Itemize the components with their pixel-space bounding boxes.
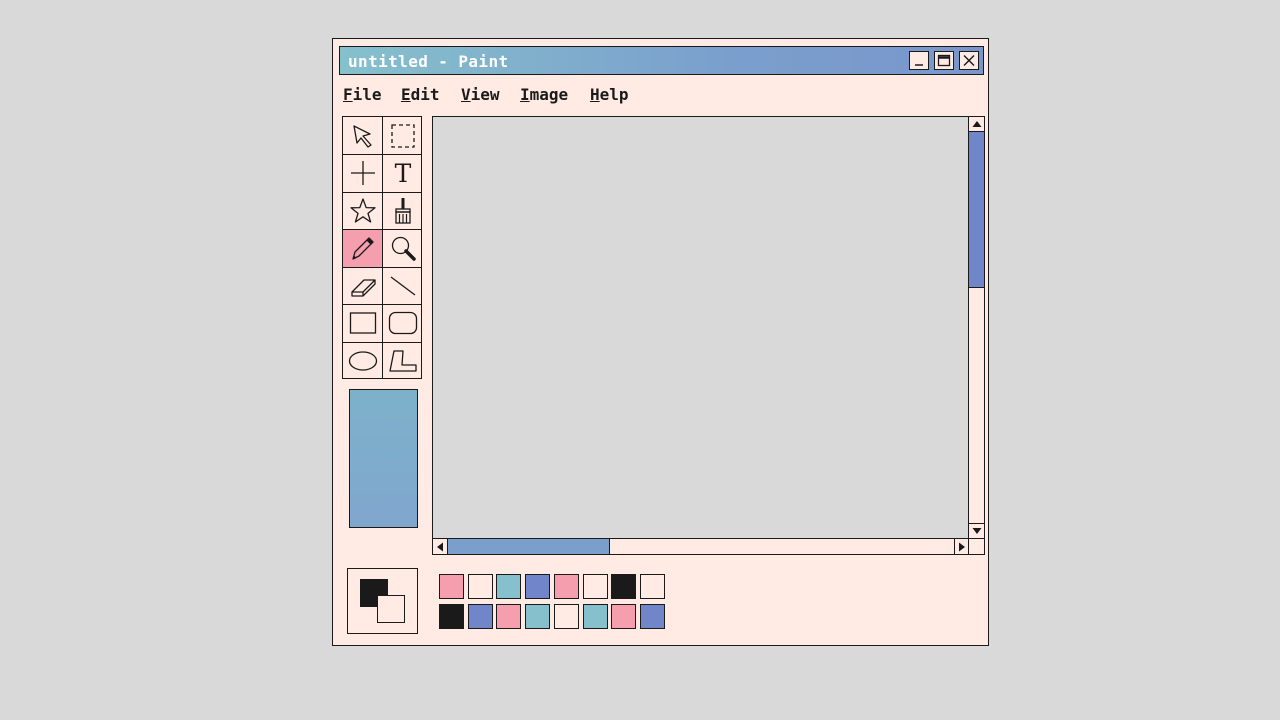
tool-eraser[interactable] bbox=[343, 267, 383, 305]
maximize-icon bbox=[937, 54, 951, 67]
menu-image-label: mage bbox=[529, 85, 569, 104]
palette-swatch[interactable] bbox=[525, 604, 551, 629]
tool-pencil[interactable] bbox=[343, 229, 383, 267]
arrow-right-icon bbox=[959, 542, 965, 551]
menu-file-label: ile bbox=[352, 85, 382, 104]
pencil-icon bbox=[352, 237, 374, 260]
menu-file[interactable]: File bbox=[343, 85, 382, 104]
palette-swatch[interactable] bbox=[496, 574, 522, 599]
palette-swatch[interactable] bbox=[439, 604, 464, 629]
tool-rectangle[interactable] bbox=[343, 305, 383, 343]
toolbox-divider bbox=[382, 117, 383, 378]
palette-swatch[interactable] bbox=[611, 604, 637, 629]
rectangle-icon bbox=[349, 312, 377, 334]
toolbox-divider bbox=[343, 341, 421, 343]
menu-view-label: iew bbox=[470, 85, 500, 104]
crosshair-icon bbox=[351, 161, 375, 186]
menu-edit-label: dit bbox=[410, 85, 440, 104]
vertical-scroll-thumb[interactable] bbox=[969, 132, 984, 288]
palette-swatch[interactable] bbox=[553, 604, 579, 629]
palette-swatch[interactable] bbox=[525, 574, 551, 599]
palette-swatch[interactable] bbox=[582, 574, 608, 599]
current-colors bbox=[347, 568, 418, 634]
polygon-icon bbox=[389, 350, 417, 372]
line-icon bbox=[390, 276, 416, 296]
scroll-right-button[interactable] bbox=[954, 539, 969, 554]
window-title: untitled - Paint bbox=[348, 52, 509, 71]
minimize-icon bbox=[915, 64, 923, 66]
arrow-left-icon bbox=[437, 542, 443, 551]
close-icon bbox=[963, 55, 975, 66]
palette-swatch[interactable] bbox=[639, 574, 665, 599]
arrow-up-icon bbox=[972, 121, 981, 127]
color-palette bbox=[439, 574, 667, 630]
star-icon bbox=[350, 198, 376, 223]
palette-swatch[interactable] bbox=[611, 574, 637, 599]
tool-select-arrow[interactable] bbox=[343, 117, 383, 155]
tool-rounded-rectangle[interactable] bbox=[383, 305, 423, 343]
text-tool-icon: T bbox=[394, 158, 412, 188]
arrow-down-icon bbox=[972, 528, 981, 534]
background-color[interactable] bbox=[377, 595, 405, 623]
minimize-button[interactable] bbox=[909, 51, 929, 70]
rounded-rectangle-icon bbox=[388, 312, 418, 335]
tool-crosshair[interactable] bbox=[343, 155, 383, 193]
eraser-icon bbox=[351, 279, 376, 297]
palette-swatch[interactable] bbox=[467, 604, 493, 629]
menu-help[interactable]: Help bbox=[590, 85, 629, 104]
menu-help-label: elp bbox=[599, 85, 629, 104]
palette-swatch[interactable] bbox=[639, 604, 665, 629]
tool-line[interactable] bbox=[383, 267, 423, 305]
tool-star[interactable] bbox=[343, 192, 383, 230]
menu-help-mnemonic: H bbox=[590, 85, 600, 104]
brush-icon bbox=[395, 197, 411, 224]
horizontal-scroll-thumb[interactable] bbox=[448, 539, 610, 554]
toolbox-divider bbox=[343, 154, 421, 155]
toolbox-divider bbox=[343, 266, 421, 268]
toolbox-divider bbox=[343, 229, 421, 230]
tool-polygon[interactable] bbox=[383, 342, 423, 380]
tool-options-panel[interactable] bbox=[349, 389, 418, 528]
palette-swatch[interactable] bbox=[582, 604, 608, 629]
menu-image-mnemonic: I bbox=[520, 85, 530, 104]
horizontal-scrollbar[interactable] bbox=[432, 538, 970, 555]
palette-swatch[interactable] bbox=[496, 604, 522, 629]
scroll-down-button[interactable] bbox=[969, 523, 984, 538]
menu-view-mnemonic: V bbox=[461, 85, 471, 104]
toolbox: T bbox=[342, 116, 422, 379]
scroll-left-button[interactable] bbox=[433, 539, 448, 554]
canvas-frame bbox=[432, 116, 985, 555]
menu-view[interactable]: View bbox=[461, 85, 500, 104]
tool-rect-select[interactable] bbox=[383, 117, 423, 155]
palette-swatch[interactable] bbox=[439, 574, 464, 599]
rectangle-select-icon bbox=[391, 124, 415, 148]
maximize-button[interactable] bbox=[934, 51, 954, 70]
vertical-scrollbar[interactable] bbox=[968, 116, 985, 539]
menu-file-mnemonic: F bbox=[343, 85, 353, 104]
pointer-arrow-icon bbox=[353, 125, 372, 148]
tool-magnifier[interactable] bbox=[383, 230, 423, 268]
scroll-up-button[interactable] bbox=[969, 117, 984, 132]
drawing-canvas[interactable] bbox=[433, 117, 968, 538]
close-button[interactable] bbox=[959, 51, 979, 70]
palette-swatch[interactable] bbox=[553, 574, 579, 599]
tool-brush[interactable] bbox=[383, 192, 423, 230]
magnifier-icon bbox=[391, 237, 416, 261]
palette-swatch[interactable] bbox=[467, 574, 493, 599]
toolbox-divider bbox=[343, 191, 421, 193]
menu-edit-mnemonic: E bbox=[401, 85, 411, 104]
tool-text[interactable]: T bbox=[383, 155, 423, 193]
ellipse-icon bbox=[348, 351, 378, 371]
toolbox-divider bbox=[343, 304, 421, 305]
title-bar[interactable]: untitled - Paint bbox=[339, 46, 984, 75]
menu-image[interactable]: Image bbox=[520, 85, 568, 104]
tool-ellipse[interactable] bbox=[343, 342, 383, 380]
paint-window: untitled - Paint File Edit View Image He… bbox=[332, 38, 989, 646]
scrollbar-corner bbox=[968, 538, 985, 555]
menu-edit[interactable]: Edit bbox=[401, 85, 440, 104]
